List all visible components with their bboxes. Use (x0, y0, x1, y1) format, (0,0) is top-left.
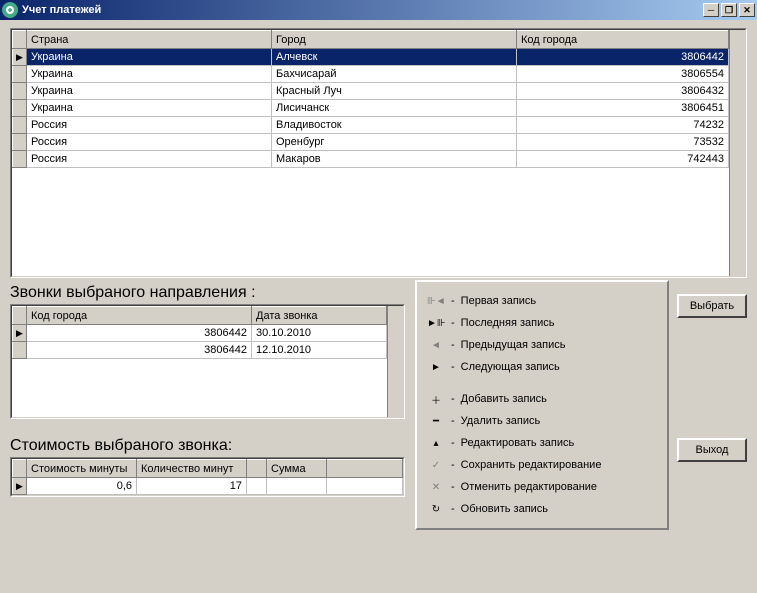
col-sum[interactable]: Сумма (267, 460, 327, 478)
nav-item[interactable]: ◄ - Предыдущая запись (427, 334, 657, 356)
app-icon (2, 2, 18, 18)
scrollbar[interactable] (387, 306, 403, 417)
nav-item[interactable]: ⊪◄ - Первая запись (427, 290, 657, 312)
col-call-date[interactable]: Дата звонка (252, 307, 387, 325)
nav-icon: ＋ (427, 392, 445, 407)
nav-icon: ▴ (427, 438, 445, 449)
nav-item[interactable]: ↻ - Обновить запись (427, 498, 657, 520)
minimize-button[interactable]: ─ (703, 3, 719, 17)
col-price[interactable]: Стоимость минуты (27, 460, 137, 478)
nav-label: Следующая запись (461, 361, 560, 373)
cost-title: Стоимость выбраного звонка: (10, 437, 405, 455)
table-row[interactable]: УкраинаЛисичанск3806451 (13, 100, 729, 117)
nav-icon: ►⊪ (427, 318, 445, 329)
nav-label: Сохранить редактирование (461, 459, 602, 471)
col-qty[interactable]: Количество минут (137, 460, 247, 478)
row-header-corner (13, 31, 27, 49)
nav-icon: ↻ (427, 504, 445, 515)
col-country[interactable]: Страна (27, 31, 272, 49)
nav-label: Последняя запись (461, 317, 555, 329)
nav-icon: ◄ (427, 340, 445, 351)
table-row[interactable]: ▶ 0,6 17 (13, 478, 403, 495)
nav-item[interactable]: ━ - Удалить запись (427, 410, 657, 432)
nav-item[interactable]: ► - Следующая запись (427, 356, 657, 378)
nav-icon: ✕ (427, 482, 445, 493)
select-button[interactable]: Выбрать (677, 294, 747, 318)
table-row[interactable]: РоссияМакаров742443 (13, 151, 729, 168)
table-row[interactable]: УкраинаКрасный Луч3806432 (13, 83, 729, 100)
scrollbar[interactable] (729, 30, 745, 276)
col-city[interactable]: Город (272, 31, 517, 49)
nav-label: Отменить редактирование (461, 481, 597, 493)
window-title: Учет платежей (22, 4, 703, 16)
close-button[interactable]: ✕ (739, 3, 755, 17)
col-code[interactable]: Код города (517, 31, 729, 49)
countries-grid[interactable]: Страна Город Код города ▶УкраинаАлчевск3… (10, 28, 747, 278)
nav-icon: ━ (427, 416, 445, 427)
navigator-panel: ⊪◄ - Первая запись►⊪ - Последняя запись◄… (415, 280, 669, 530)
table-row[interactable]: ▶УкраинаАлчевск3806442 (13, 49, 729, 66)
nav-label: Добавить запись (461, 393, 547, 405)
title-bar: Учет платежей ─ ❐ ✕ (0, 0, 757, 20)
nav-label: Редактировать запись (461, 437, 575, 449)
nav-icon: ✓ (427, 460, 445, 471)
table-row[interactable]: РоссияОренбург73532 (13, 134, 729, 151)
table-row[interactable]: ▶380644230.10.2010 (13, 325, 387, 342)
nav-item[interactable]: ►⊪ - Последняя запись (427, 312, 657, 334)
exit-button[interactable]: Выход (677, 438, 747, 462)
nav-item[interactable]: ▴ - Редактировать запись (427, 432, 657, 454)
nav-label: Удалить запись (461, 415, 541, 427)
maximize-button[interactable]: ❐ (721, 3, 737, 17)
nav-item[interactable]: ✓ - Сохранить редактирование (427, 454, 657, 476)
nav-item[interactable]: ＋ - Добавить запись (427, 388, 657, 410)
nav-label: Первая запись (461, 295, 537, 307)
col-call-code[interactable]: Код города (27, 307, 252, 325)
nav-item[interactable]: ✕ - Отменить редактирование (427, 476, 657, 498)
calls-grid[interactable]: Код города Дата звонка ▶380644230.10.201… (10, 304, 405, 419)
nav-icon: ⊪◄ (427, 296, 445, 307)
table-row[interactable]: УкраинаБахчисарай3806554 (13, 66, 729, 83)
table-row[interactable]: 380644212.10.2010 (13, 342, 387, 359)
nav-label: Обновить запись (461, 503, 548, 515)
cost-grid[interactable]: Стоимость минуты Количество минут Сумма … (10, 457, 405, 497)
calls-title: Звонки выбраного направления : (10, 284, 405, 302)
table-row[interactable]: РоссияВладивосток74232 (13, 117, 729, 134)
nav-label: Предыдущая запись (461, 339, 566, 351)
nav-icon: ► (427, 362, 445, 373)
